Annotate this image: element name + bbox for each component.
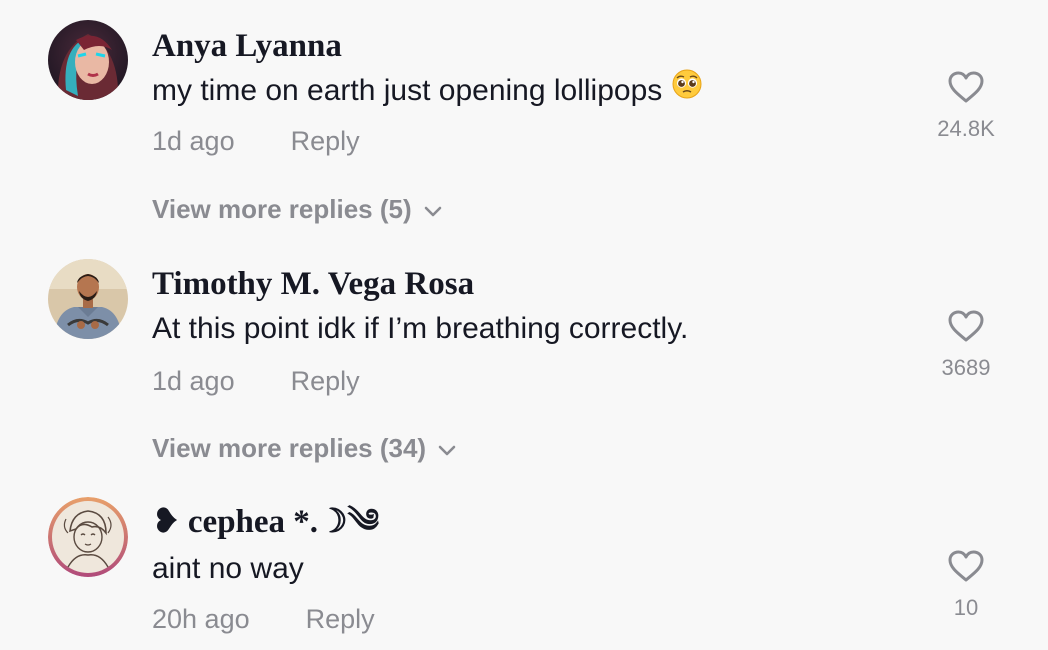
heart-outline-icon[interactable] [947, 309, 985, 343]
comment-text: aint no way [152, 552, 304, 585]
comment-username[interactable]: ❥ cephea *.☽༄ [152, 502, 379, 542]
avatar[interactable] [48, 259, 128, 339]
comment-text: my time on earth just opening lollipops [152, 69, 702, 110]
comment-meta: 1d ago Reply [152, 364, 360, 398]
avatar-image [48, 20, 128, 100]
comment-item: Anya Lyanna my time on earth just openin… [0, 0, 1048, 240]
comment-username[interactable]: Timothy M. Vega Rosa [152, 264, 474, 304]
heart-outline-icon[interactable] [947, 70, 985, 104]
avatar-image [48, 497, 128, 577]
avatar[interactable] [48, 497, 128, 577]
chevron-down-icon [438, 431, 456, 465]
like-count: 10 [953, 595, 979, 620]
avatar[interactable] [48, 20, 128, 100]
heart-outline-icon[interactable] [947, 549, 985, 583]
like-group: 3689 [906, 309, 1026, 381]
comment-text-content: my time on earth just opening lollipops [152, 74, 663, 107]
chevron-down-icon [424, 192, 442, 226]
comment-username[interactable]: Anya Lyanna [152, 26, 342, 66]
comment-timestamp: 1d ago [152, 126, 235, 156]
reply-button[interactable]: Reply [306, 602, 375, 636]
comment-item: ❥ cephea *.☽༄ aint no way 20h ago Reply 1… [0, 480, 1048, 650]
comment-meta: 1d ago Reply [152, 124, 360, 158]
like-group: 24.8K [906, 70, 1026, 142]
view-more-replies-button[interactable]: View more replies (34) [152, 431, 456, 465]
like-count: 24.8K [937, 116, 995, 141]
reply-button[interactable]: Reply [291, 124, 360, 158]
like-group: 10 [906, 549, 1026, 621]
like-count: 3689 [941, 355, 991, 380]
comment-item: Timothy M. Vega Rosa At this point idk i… [0, 240, 1048, 480]
avatar-image [48, 259, 128, 339]
view-more-replies-button[interactable]: View more replies (5) [152, 192, 442, 226]
comment-timestamp: 1d ago [152, 366, 235, 396]
reply-button[interactable]: Reply [291, 364, 360, 398]
view-more-replies-label: View more replies (5) [152, 194, 412, 224]
pleading-face-emoji [672, 69, 702, 109]
view-more-replies-label: View more replies (34) [152, 433, 427, 463]
comment-text: At this point idk if I’m breathing corre… [152, 312, 689, 345]
comment-meta: 20h ago Reply [152, 602, 375, 636]
comment-timestamp: 20h ago [152, 604, 250, 634]
